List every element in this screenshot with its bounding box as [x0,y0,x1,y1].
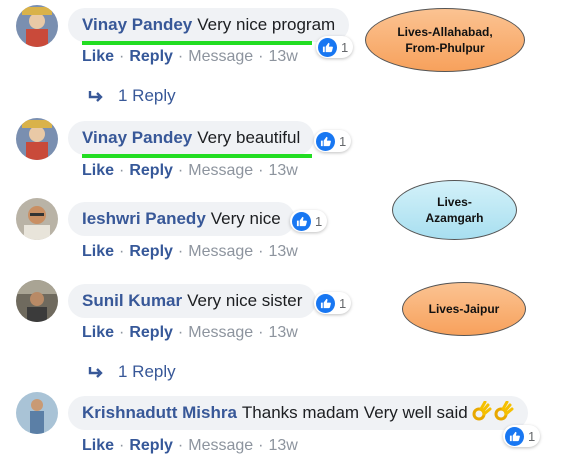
comment-text: Thanks madam Very well said [241,403,468,422]
avatar[interactable] [16,198,58,240]
comment-bubble: Sunil Kumar Very nice sister [68,284,317,318]
like-link[interactable]: Like [82,324,114,341]
message-link[interactable]: Message [188,48,253,65]
reply-link[interactable]: Reply [129,437,173,454]
comment-text: Very nice [210,209,281,228]
message-link[interactable]: Message [188,243,253,260]
comment-bubble: Krishnadutt Mishra Thanks madam Very wel… [68,396,528,430]
avatar[interactable] [16,280,58,322]
annotation-callout: Lives-Jaipur [402,282,526,336]
message-link[interactable]: Message [188,162,253,179]
reply-count: 1 Reply [118,362,176,381]
view-replies-link[interactable]: 1 Reply [88,362,176,382]
reaction-count[interactable]: 1 [314,292,352,314]
highlight-underline [82,154,312,158]
thumbs-up-icon [292,211,311,231]
reply-link[interactable]: Reply [129,162,173,179]
thumbs-up-icon [316,293,335,313]
like-count: 1 [339,295,347,311]
comment-bubble: Vinay Pandey Very beautiful [68,121,315,155]
timestamp[interactable]: 13w [269,243,298,260]
ok-hand-emoji-icon [472,400,514,426]
reply-link[interactable]: Reply [129,48,173,65]
annotation-text: From-Phulpur [405,41,485,55]
reaction-count[interactable]: 1 [503,425,541,447]
like-count: 1 [315,213,323,229]
comment-author[interactable]: Sunil Kumar [82,291,182,311]
like-count: 1 [528,428,536,444]
thumbs-up-icon [318,37,337,57]
timestamp[interactable]: 13w [269,437,298,454]
comment-author[interactable]: Vinay Pandey [82,15,192,35]
like-link[interactable]: Like [82,437,114,454]
comment-text: Very beautiful [197,128,301,147]
reply-count: 1 Reply [118,86,176,105]
highlight-underline [82,41,312,45]
reply-link[interactable]: Reply [129,243,173,260]
timestamp[interactable]: 13w [269,48,298,65]
annotation-callout: Lives-Allahabad, From-Phulpur [365,8,525,72]
annotation-text: Lives-Allahabad, [397,25,493,39]
reply-arrow-icon [88,367,103,378]
timestamp[interactable]: 13w [269,162,298,179]
avatar[interactable] [16,392,58,434]
message-link[interactable]: Message [188,437,253,454]
like-count: 1 [339,133,347,149]
like-link[interactable]: Like [82,162,114,179]
comment-actions: Like · Reply · Message · 13w [82,437,298,454]
annotation-text: Azamgarh [425,211,484,225]
avatar[interactable] [16,5,58,47]
annotation-callout: Lives- Azamgarh [392,180,517,240]
message-link[interactable]: Message [188,324,253,341]
annotation-text: Lives-Jaipur [428,302,500,316]
thumbs-up-icon [316,131,335,151]
comment-author[interactable]: Krishnadutt Mishra [82,403,237,423]
comment-bubble: Vinay Pandey Very nice program [68,8,350,42]
comment-author[interactable]: Vinay Pandey [82,128,192,148]
comment-actions: Like · Reply · Message · 13w [82,324,298,341]
timestamp[interactable]: 13w [269,324,298,341]
reaction-count[interactable]: 1 [316,36,354,58]
comment-text: Very nice sister [187,291,303,310]
comment-bubble: Ieshwri Panedy Very nice [68,202,295,236]
reaction-count[interactable]: 1 [314,130,352,152]
avatar[interactable] [16,118,58,160]
like-link[interactable]: Like [82,243,114,260]
comment-actions: Like · Reply · Message · 13w [82,162,298,179]
like-link[interactable]: Like [82,48,114,65]
annotation-text: Lives- [437,195,472,209]
view-replies-link[interactable]: 1 Reply [88,86,176,106]
comment-author[interactable]: Ieshwri Panedy [82,209,206,229]
comment-actions: Like · Reply · Message · 13w [82,243,298,260]
thumbs-up-icon [505,426,524,446]
reply-link[interactable]: Reply [129,324,173,341]
like-count: 1 [341,39,349,55]
comment-actions: Like · Reply · Message · 13w [82,48,298,65]
comment-text: Very nice program [197,15,336,34]
reaction-count[interactable]: 1 [290,210,328,232]
reply-arrow-icon [88,91,103,102]
